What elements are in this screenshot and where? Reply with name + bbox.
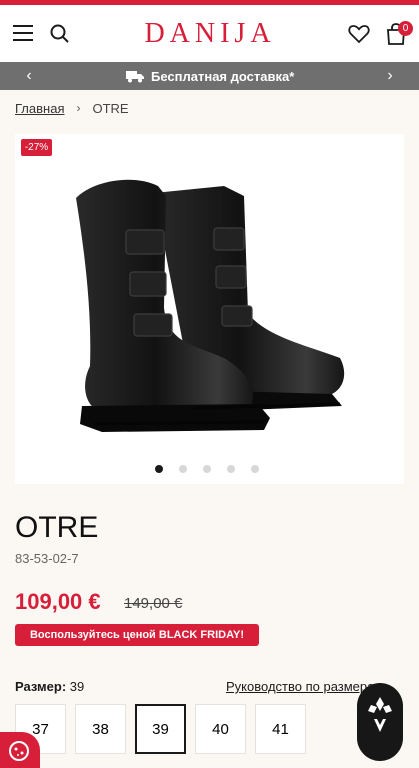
brand-logo[interactable]: DANIJA <box>118 19 302 49</box>
promo-text: Бесплатная доставка* <box>151 68 295 84</box>
size-option-40[interactable]: 40 <box>195 704 246 754</box>
cookie-icon <box>9 741 29 761</box>
gallery-dot-1[interactable] <box>155 465 163 473</box>
breadcrumb: Главная › OTRE <box>15 99 129 117</box>
selected-size-value: 39 <box>69 679 85 694</box>
size-label-text: Размер: <box>15 679 67 694</box>
search-icon[interactable] <box>49 23 71 45</box>
breadcrumb-current: OTRE <box>92 100 129 116</box>
promo-content: Бесплатная доставка* <box>126 62 294 90</box>
product-sku: 83-53-02-7 <box>15 551 79 566</box>
old-price: 149,00 € <box>124 595 183 612</box>
assistant-floating-button[interactable] <box>357 683 403 761</box>
gallery-dot-5[interactable] <box>251 465 259 473</box>
black-friday-badge: Воспользуйтесь ценой BLACK FRIDAY! <box>15 624 259 646</box>
promo-next-arrow-icon[interactable]: › <box>376 62 404 90</box>
size-option-39[interactable]: 39 <box>135 704 186 754</box>
size-option-38[interactable]: 38 <box>75 704 126 754</box>
discount-badge: -27% <box>21 139 52 156</box>
gallery-pagination <box>155 465 259 473</box>
product-title: OTRE <box>15 511 99 544</box>
current-price: 109,00 € <box>15 589 101 614</box>
size-label: Размер: 39 <box>15 679 84 694</box>
cart-count-badge: 0 <box>398 21 413 36</box>
menu-icon[interactable] <box>13 25 33 42</box>
cookie-settings-button[interactable] <box>0 732 40 768</box>
site-header: DANIJA 0 <box>0 5 419 62</box>
assistant-logo-icon <box>368 697 392 732</box>
promo-prev-arrow-icon[interactable]: ‹ <box>15 62 43 90</box>
size-options: 37 38 39 40 41 <box>15 704 306 754</box>
heart-icon[interactable] <box>348 24 370 44</box>
boots-product-image[interactable] <box>74 168 346 436</box>
gallery-dot-4[interactable] <box>227 465 235 473</box>
truck-icon <box>126 70 144 82</box>
chevron-right-icon: › <box>76 101 81 115</box>
size-option-41[interactable]: 41 <box>255 704 306 754</box>
breadcrumb-home-link[interactable]: Главная <box>15 101 64 116</box>
gallery-dot-2[interactable] <box>179 465 187 473</box>
delivery-promo-bar: ‹ Бесплатная доставка* › <box>0 62 419 90</box>
gallery-dot-3[interactable] <box>203 465 211 473</box>
